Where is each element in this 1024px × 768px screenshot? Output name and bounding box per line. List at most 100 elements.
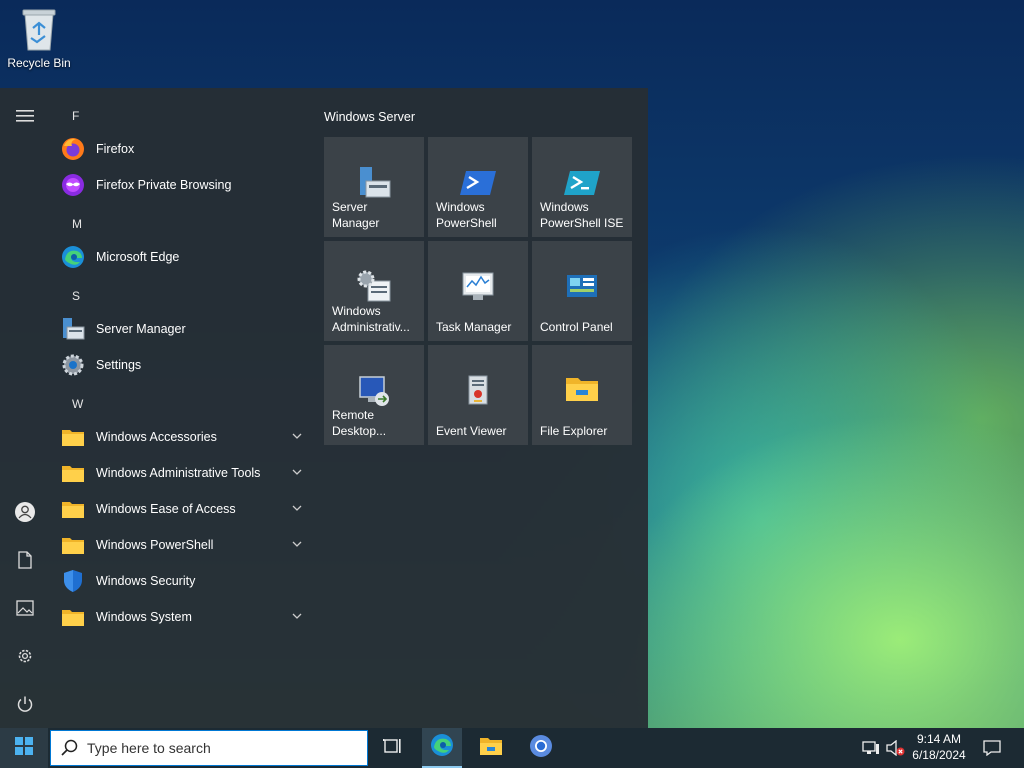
group-header-w[interactable]: W	[72, 397, 83, 411]
tile-event-viewer[interactable]: Event Viewer	[428, 345, 528, 445]
tile-label: File Explorer	[540, 424, 608, 438]
app-microsoft-edge[interactable]: Microsoft Edge	[60, 240, 310, 274]
taskbar-clock[interactable]: 9:14 AM 6/18/2024	[904, 731, 974, 763]
tile-label: Windows Administrativ...	[332, 304, 410, 334]
chevron-down-icon[interactable]	[292, 502, 302, 512]
taskbar-search-box[interactable]	[50, 730, 368, 766]
tile-server-manager[interactable]: Server Manager	[324, 137, 424, 237]
chevron-down-icon[interactable]	[292, 538, 302, 548]
search-icon	[51, 739, 87, 757]
clock-date: 6/18/2024	[912, 748, 966, 762]
folder-icon	[60, 424, 86, 450]
app-list: F Firefox Firefox Private Browsing M Mic…	[50, 88, 310, 728]
tile-remote-desktop[interactable]: Remote Desktop...	[324, 345, 424, 445]
app-label: Firefox	[96, 142, 135, 156]
search-input[interactable]	[87, 740, 357, 756]
app-label: Windows Administrative Tools	[96, 466, 261, 480]
folder-icon	[60, 460, 86, 486]
app-label: Windows Accessories	[96, 430, 217, 444]
notifications-icon[interactable]	[980, 728, 1004, 768]
folder-windows-administrative-tools[interactable]: Windows Administrative Tools	[60, 456, 310, 490]
settings-gear-icon[interactable]	[9, 640, 41, 672]
folder-windows-ease-of-access[interactable]: Windows Ease of Access	[60, 492, 310, 526]
tile-label: Windows PowerShell ISE	[540, 200, 624, 230]
tile-label: Server Manager	[332, 200, 380, 230]
start-rail	[0, 88, 50, 728]
app-label: Firefox Private Browsing	[96, 178, 232, 192]
tile-windows-powershell-ise[interactable]: Windows PowerShell ISE	[532, 137, 632, 237]
tile-control-panel[interactable]: Control Panel	[532, 241, 632, 341]
app-label: Windows System	[96, 610, 192, 624]
app-firefox-private-browsing[interactable]: Firefox Private Browsing	[60, 168, 310, 202]
chevron-down-icon[interactable]	[292, 610, 302, 620]
folder-icon	[60, 496, 86, 522]
folder-icon	[60, 604, 86, 630]
group-header-s[interactable]: S	[72, 289, 80, 303]
user-account-icon[interactable]	[9, 496, 41, 528]
network-icon[interactable]	[860, 728, 882, 768]
chevron-down-icon[interactable]	[292, 430, 302, 440]
task-view-button[interactable]	[372, 728, 412, 768]
power-icon[interactable]	[9, 688, 41, 720]
app-label: Microsoft Edge	[96, 250, 180, 264]
control-panel-icon	[564, 269, 600, 305]
app-windows-security[interactable]: Windows Security	[60, 564, 310, 598]
task-manager-icon	[460, 269, 496, 305]
settings-app-icon	[60, 352, 86, 378]
start-menu: F Firefox Firefox Private Browsing M Mic…	[0, 88, 648, 728]
file-explorer-icon	[479, 736, 503, 761]
volume-muted-icon[interactable]	[884, 728, 906, 768]
group-header-f[interactable]: F	[72, 109, 79, 123]
chromium-icon	[529, 734, 553, 763]
app-server-manager[interactable]: Server Manager	[60, 312, 310, 346]
folder-windows-powershell[interactable]: Windows PowerShell	[60, 528, 310, 562]
app-label: Settings	[96, 358, 142, 372]
pictures-icon[interactable]	[9, 592, 41, 624]
tile-windows-administrative-tools[interactable]: Windows Administrativ...	[324, 241, 424, 341]
folder-windows-system[interactable]: Windows System	[60, 600, 310, 634]
edge-icon	[60, 244, 86, 270]
desktop-icon-recycle-bin[interactable]: Recycle Bin	[4, 6, 74, 70]
app-settings[interactable]: Settings	[60, 348, 310, 382]
tile-label: Task Manager	[436, 320, 512, 334]
recycle-bin-icon	[19, 6, 59, 52]
admin-tools-icon	[356, 269, 392, 305]
start-button[interactable]	[0, 728, 48, 768]
taskbar-file-explorer[interactable]	[471, 728, 511, 768]
group-header-m[interactable]: M	[72, 217, 82, 231]
windows-logo-icon	[15, 736, 33, 760]
tile-label: Event Viewer	[436, 424, 507, 438]
event-viewer-icon	[460, 373, 496, 409]
server-manager-icon	[356, 165, 392, 201]
clock-time: 9:14 AM	[916, 732, 962, 746]
folder-windows-accessories[interactable]: Windows Accessories	[60, 420, 310, 454]
tile-label: Windows PowerShell	[436, 200, 497, 230]
firefox-icon	[60, 136, 86, 162]
app-label: Windows Security	[96, 574, 196, 588]
task-view-icon	[382, 737, 402, 760]
tile-label: Control Panel	[540, 320, 613, 334]
recycle-bin-label: Recycle Bin	[7, 56, 71, 70]
documents-icon[interactable]	[9, 544, 41, 576]
chevron-down-icon[interactable]	[292, 466, 302, 476]
tile-label: Remote Desktop...	[332, 408, 387, 438]
tile-task-manager[interactable]: Task Manager	[428, 241, 528, 341]
remote-desktop-icon	[356, 373, 392, 409]
tile-windows-powershell[interactable]: Windows PowerShell	[428, 137, 528, 237]
app-label: Windows Ease of Access	[96, 502, 236, 516]
shield-icon	[60, 568, 86, 594]
taskbar-edge[interactable]	[422, 728, 462, 768]
taskbar-chromium[interactable]	[521, 728, 561, 768]
server-manager-icon	[60, 316, 86, 342]
taskbar: 9:14 AM 6/18/2024	[0, 728, 1024, 768]
edge-icon	[430, 733, 454, 762]
tile-file-explorer[interactable]: File Explorer	[532, 345, 632, 445]
app-firefox[interactable]: Firefox	[60, 132, 310, 166]
app-label: Server Manager	[96, 322, 186, 336]
hamburger-menu-icon[interactable]	[9, 100, 41, 132]
app-label: Windows PowerShell	[96, 538, 214, 552]
tiles-group-title[interactable]: Windows Server	[324, 110, 415, 124]
file-explorer-icon	[564, 373, 600, 409]
firefox-private-icon	[60, 172, 86, 198]
folder-icon	[60, 532, 86, 558]
